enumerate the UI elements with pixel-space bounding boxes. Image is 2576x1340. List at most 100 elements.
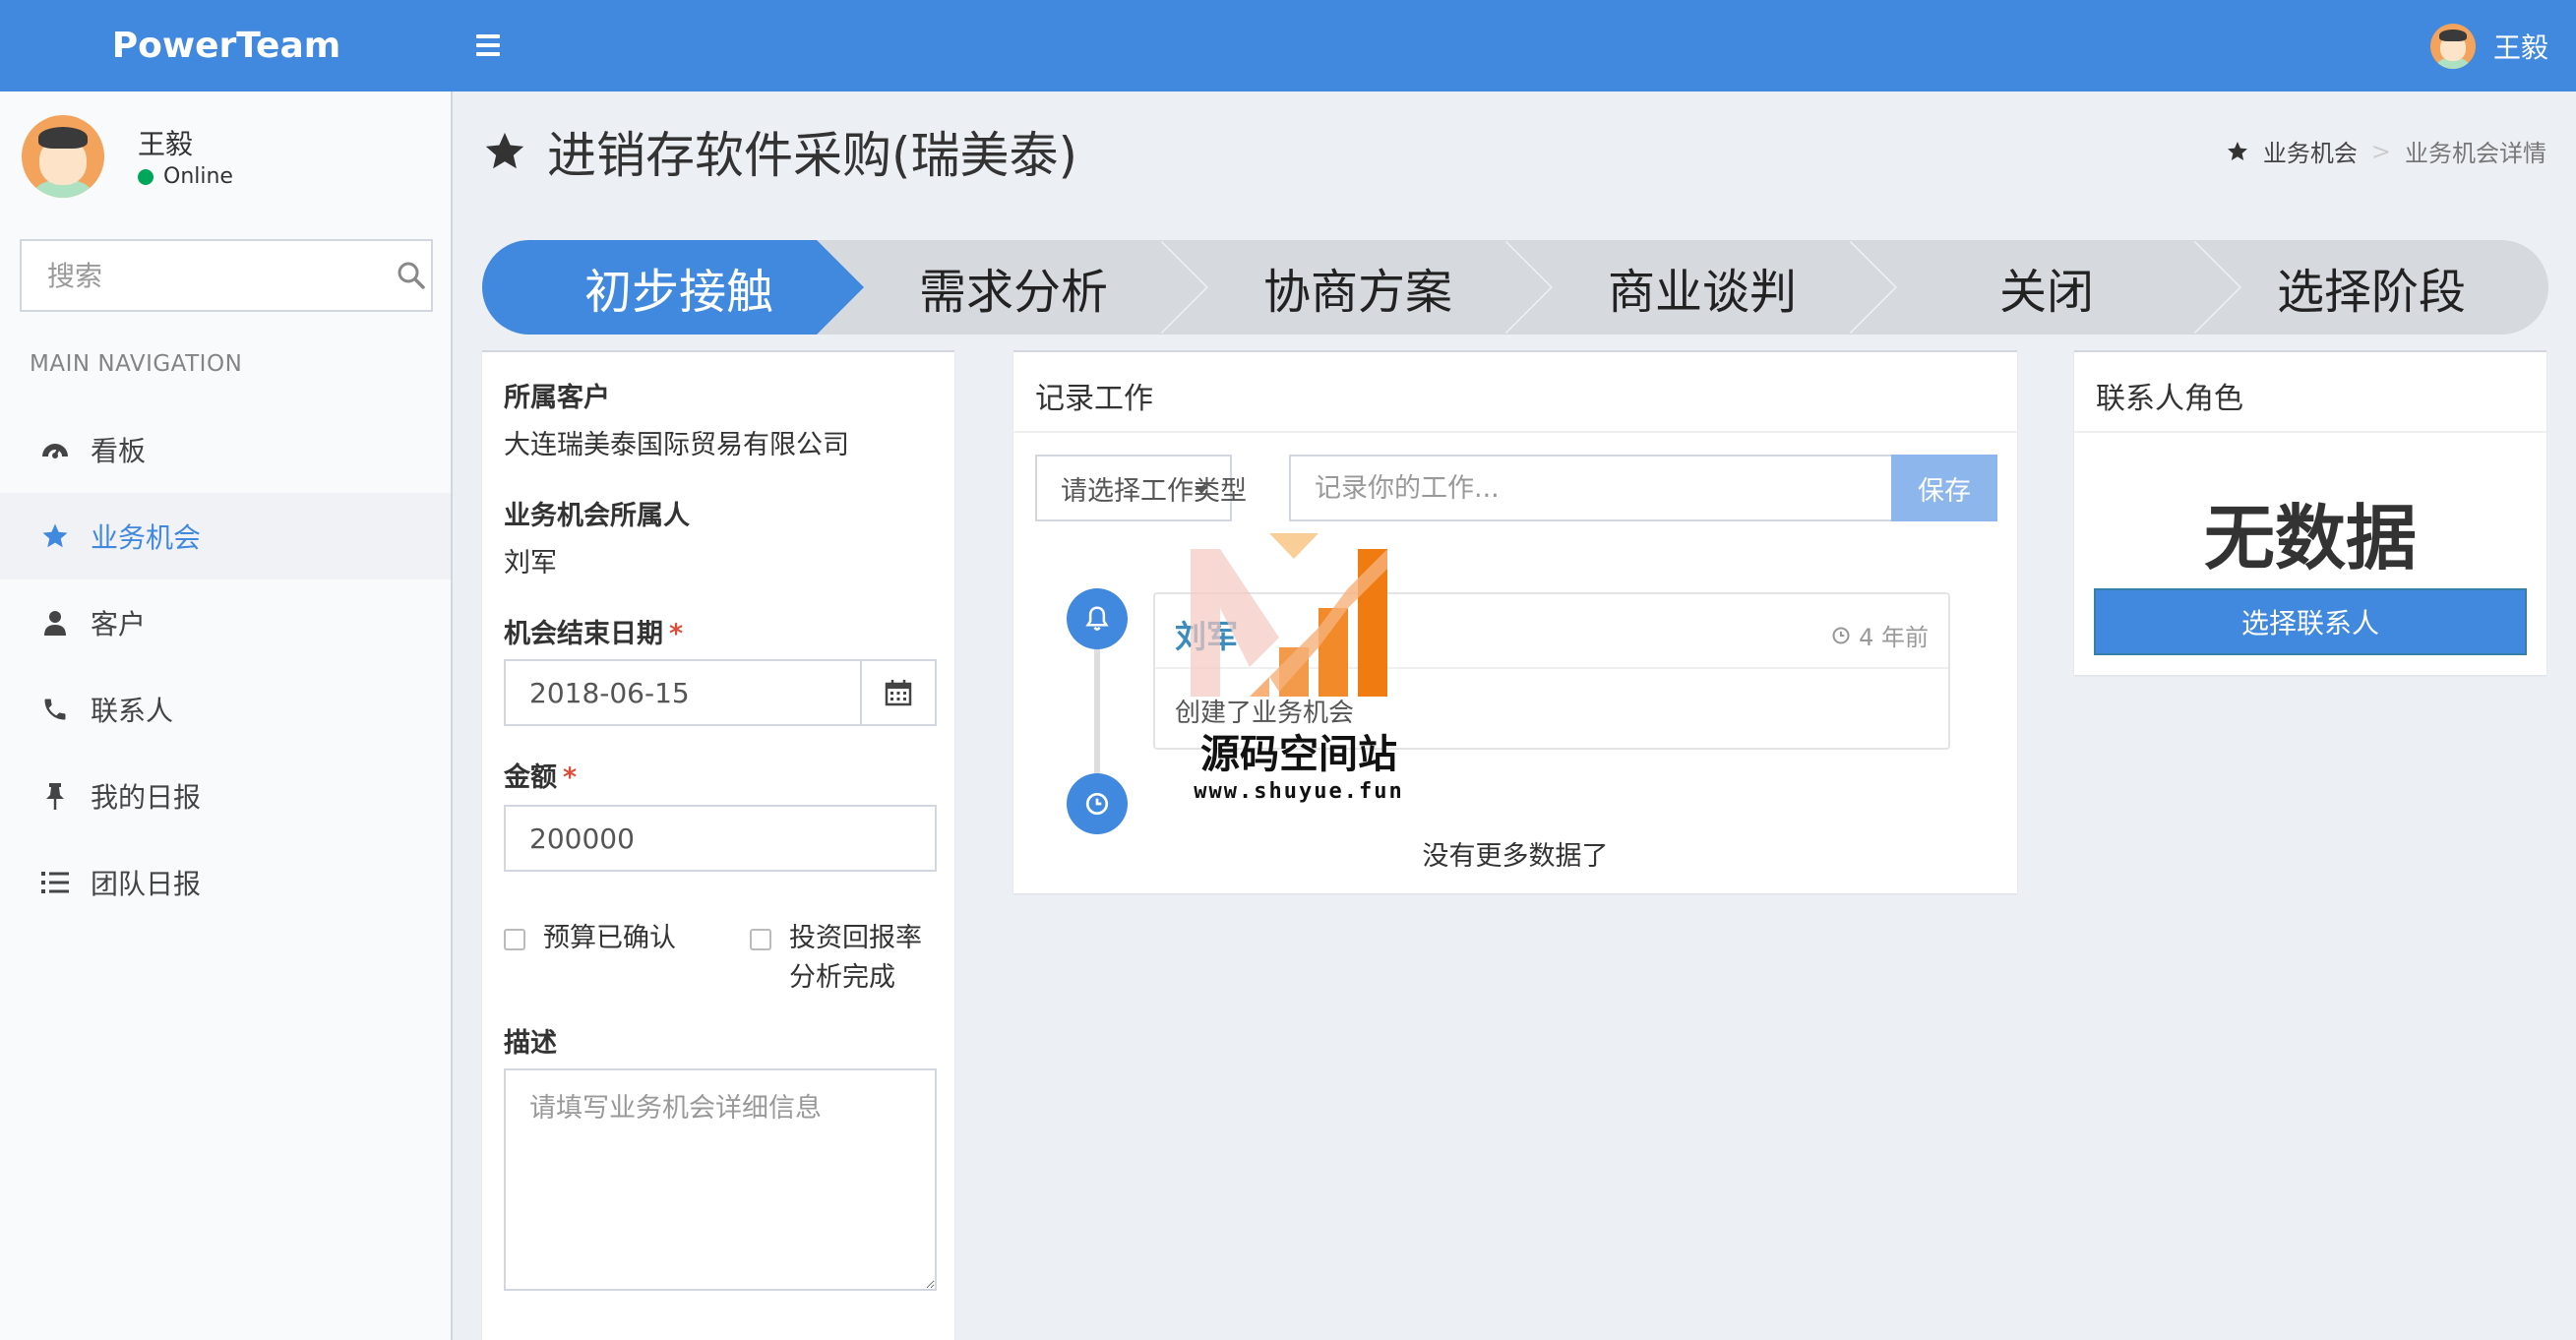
search-icon [398,262,425,289]
sidebar-item-label: 客户 [91,608,147,640]
amount-field[interactable]: 200000 [504,805,937,872]
user-panel: 王毅 Online [22,115,435,204]
timeline-item-header: 刘军 4 年前 [1155,594,1948,669]
search-input[interactable] [22,241,391,310]
dashboard-icon [39,434,71,465]
page-title: 进销存软件采购(瑞美泰) [482,116,1077,187]
divider [2074,431,2546,433]
owner-label: 业务机会所属人 [504,501,690,531]
sidebar-search [20,239,433,312]
online-status-icon [138,168,153,185]
work-type-select[interactable]: 请选择工作类型 [1035,455,1247,521]
breadcrumb-separator: > [2370,137,2391,165]
stage-label: 需求分析 [918,265,1108,320]
timeline-end-marker [1067,773,1128,834]
customer-value: 大连瑞美泰国际贸易有限公司 [504,430,849,460]
clock-icon [1085,792,1109,816]
pin-icon [39,780,71,812]
sidebar-item-opportunities[interactable]: 业务机会 [0,493,451,579]
timeline-marker [1067,588,1128,649]
stage-label: 协商方案 [1262,265,1452,320]
menu-icon-bar [476,52,500,56]
page-title-text: 进销存软件采购(瑞美泰) [547,127,1078,184]
stage-label: 商业谈判 [1607,265,1797,320]
stage-needs-analysis[interactable]: 需求分析 [817,240,1210,335]
amount-label: 金额 * [504,756,577,794]
stage-select[interactable]: 选择阶段 [2194,240,2548,335]
user-menu-name: 王毅 [2492,30,2548,64]
timeline-item: 刘军 4 年前 创建了业务机会 [1153,592,1950,750]
required-mark: * [563,762,578,793]
end-date-field[interactable]: 2018-06-15 [504,659,937,726]
stage-closed[interactable]: 关闭 [1850,240,2243,335]
sidebar-item-label: 团队日报 [91,868,202,900]
stage-progress: 初步接触 需求分析 协商方案 商业谈判 关闭 选择阶段 [482,240,2548,335]
user-name: 王毅 [138,128,194,160]
phone-icon [39,694,71,725]
stage-label: 初步接触 [583,265,773,320]
end-date-value: 2018-06-15 [529,676,690,709]
timeline-time-text: 4 年前 [1859,624,1929,651]
stage-business-negotiation[interactable]: 商业谈判 [1505,240,1899,335]
user-menu[interactable]: 王毅 [2429,0,2548,91]
breadcrumb: 业务机会 > 业务机会详情 [2226,134,2546,168]
empty-state-text: 无数据 [2203,497,2417,579]
main-navigation: 看板 业务机会 客户 联系人 我的日报 团队日报 [0,406,451,926]
list-icon [39,867,71,898]
star-icon [485,132,524,169]
description-label: 描述 [504,1028,557,1059]
star-icon [2227,141,2247,160]
sidebar-item-label: 看板 [91,435,147,467]
sidebar-item-my-reports[interactable]: 我的日报 [0,753,451,839]
contact-roles-panel: 联系人角色 无数据 选择联系人 [2074,350,2546,675]
search-button[interactable] [391,241,431,310]
menu-icon-bar [476,43,500,47]
description-textarea[interactable] [504,1068,937,1291]
customer-label: 所属客户 [504,383,610,413]
breadcrumb-link[interactable]: 业务机会 [2263,134,2358,168]
opportunity-details: 所属客户 大连瑞美泰国际贸易有限公司 业务机会所属人 刘军 机会结束日期 * 20… [482,350,954,1340]
divider [1013,431,2017,433]
sidebar-item-customers[interactable]: 客户 [0,579,451,666]
budget-confirmed-label: 预算已确认 [543,923,676,953]
work-log-input[interactable] [1289,455,1891,521]
avatar [2429,23,2476,69]
sidebar-item-label: 业务机会 [91,521,202,554]
sidebar-toggle-button[interactable] [476,24,512,67]
chevron-down-icon [1195,486,1208,494]
select-contact-button[interactable]: 选择联系人 [2094,588,2527,655]
amount-label-text: 金额 [504,762,557,793]
roi-analysis-label-line2: 分析完成 [789,962,895,993]
user-status: Online [138,164,233,189]
stage-label: 关闭 [1998,265,2094,320]
save-button[interactable]: 保存 [1891,455,1997,521]
sidebar-item-dashboard[interactable]: 看板 [0,406,451,493]
timeline-time: 4 年前 [1831,618,1929,652]
timeline-content: 创建了业务机会 [1175,699,1355,728]
no-more-data-text: 没有更多数据了 [1422,841,1609,872]
timeline-user-link[interactable]: 刘军 [1175,612,1238,657]
breadcrumb-current: 业务机会详情 [2405,140,2546,167]
roi-analysis-checkbox[interactable] [750,929,771,950]
work-log-title: 记录工作 [1035,382,1153,416]
brand-logo[interactable]: PowerTeam [0,0,453,91]
calendar-button[interactable] [860,661,935,724]
required-mark: * [669,619,684,649]
budget-confirmed-checkbox[interactable] [504,929,525,950]
status-text: Online [163,164,233,189]
nav-header: MAIN NAVIGATION [30,351,243,377]
roi-analysis-label-line1: 投资回报率 [789,923,922,953]
sidebar: 王毅 Online MAIN NAVIGATION 看板 业务机会 [0,91,453,1340]
timeline-line [1094,630,1100,797]
stage-negotiate-plan[interactable]: 协商方案 [1161,240,1555,335]
sidebar-item-team-reports[interactable]: 团队日报 [0,839,451,926]
sidebar-item-label: 我的日报 [91,781,202,814]
sidebar-item-contacts[interactable]: 联系人 [0,666,451,753]
calendar-icon [885,680,912,706]
menu-icon-bar [476,34,500,38]
stage-label: 选择阶段 [2276,265,2466,320]
owner-value: 刘军 [504,548,557,579]
end-date-label-text: 机会结束日期 [504,619,663,649]
clock-icon [1832,626,1850,644]
work-log-panel: 记录工作 请选择工作类型 保存 刘军 4 年前 创建了业务机会 没有更多数据了 [1013,350,2017,893]
